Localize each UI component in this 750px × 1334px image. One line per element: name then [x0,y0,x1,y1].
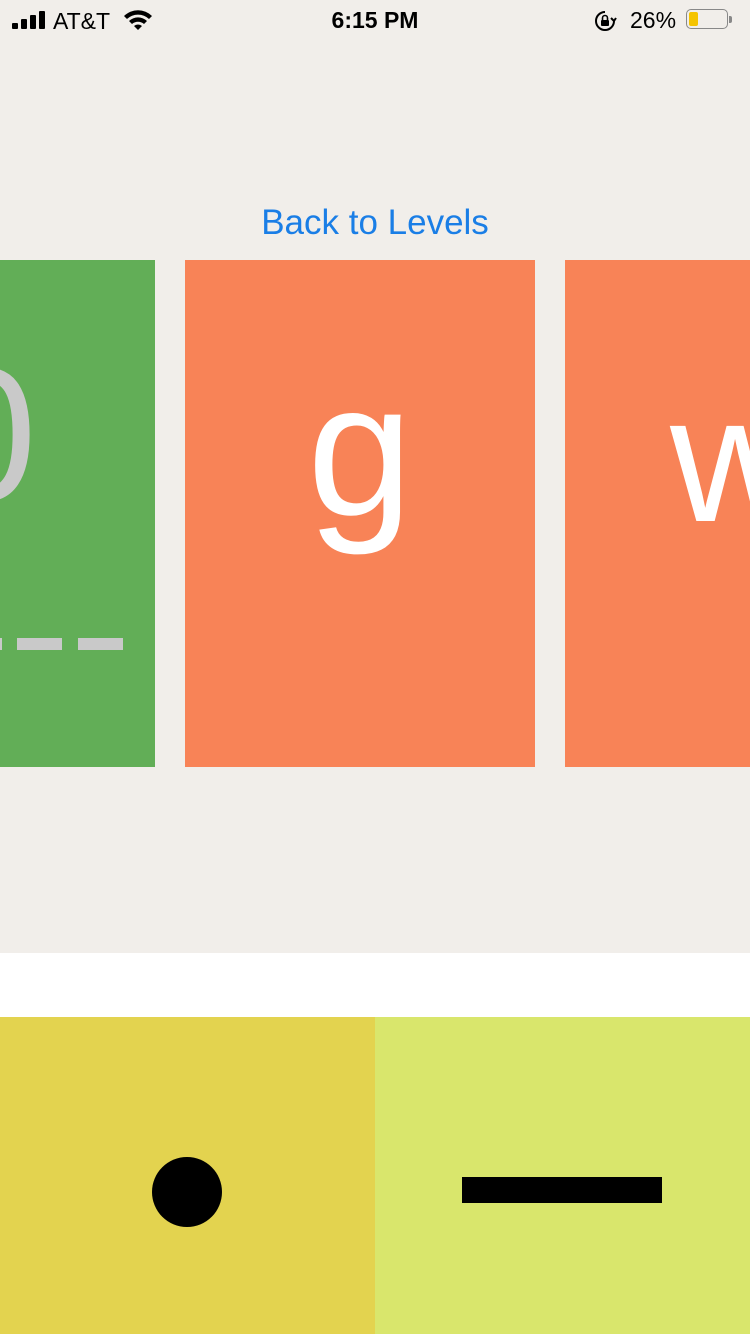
morse-input-strip [0,953,750,1017]
status-bar: AT&T 6:15 PM 26% [0,0,750,40]
battery-icon [686,9,732,31]
morse-code-dashes [0,638,155,650]
card-letter: 0 [0,340,37,530]
dash-icon [462,1177,662,1203]
next-letter-card: w [565,260,750,767]
rotation-lock-icon [595,11,617,31]
current-letter-card: g [185,260,535,767]
battery-percent: 26% [630,7,677,33]
back-to-levels-link[interactable]: Back to Levels [0,203,750,243]
card-letter: w [670,359,750,560]
previous-letter-card: 0 [0,260,155,767]
dash-key[interactable] [375,1017,750,1334]
dot-icon [152,1157,222,1227]
card-letter: g [307,344,413,556]
dot-key[interactable] [0,1017,375,1334]
